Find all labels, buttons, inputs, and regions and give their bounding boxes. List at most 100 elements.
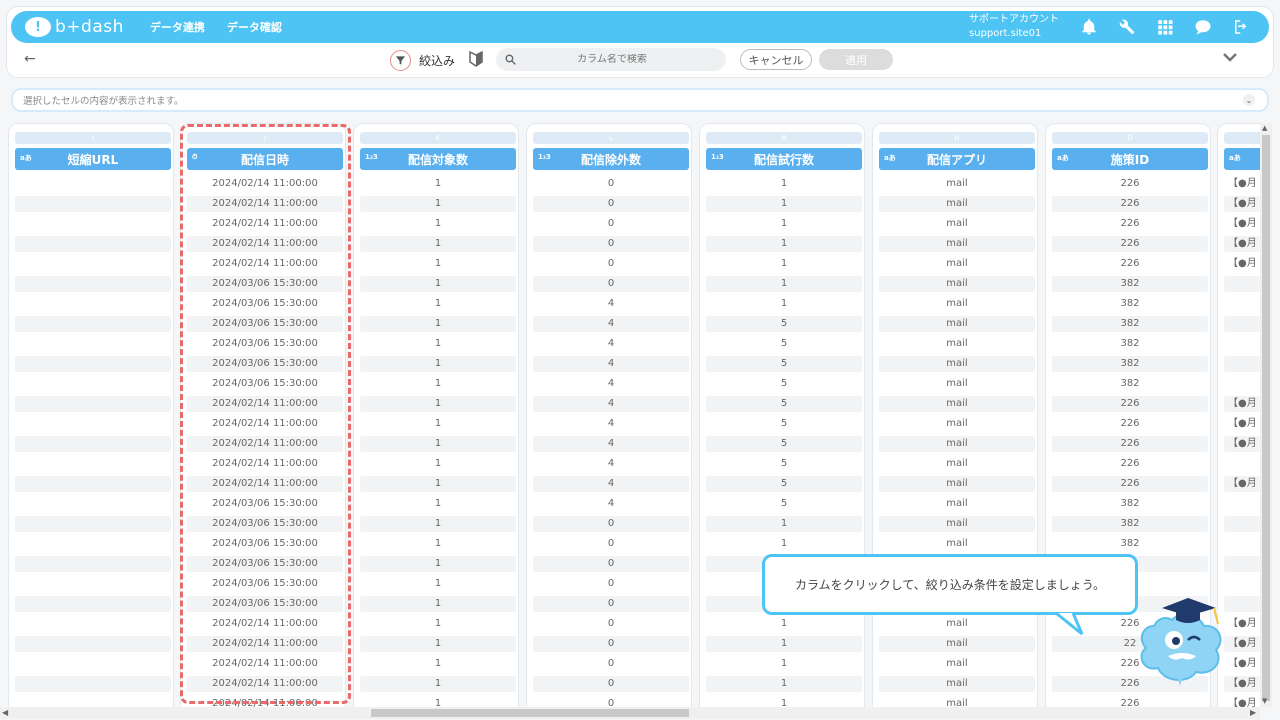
table-cell[interactable] xyxy=(1224,596,1260,612)
table-cell[interactable]: mail xyxy=(879,356,1035,372)
table-cell[interactable]: 0 xyxy=(533,636,689,652)
table-cell[interactable]: 1 xyxy=(706,656,862,672)
column-L[interactable]: L 1₂3 配信除外数 0 0 0 0 0 0 4 4 4 4 4 4 4 4 4 4 4 0 0 0 0 0 0 0 0 0 0 xyxy=(526,123,692,707)
column-M[interactable]: M 1₂3 配信試行数 1 1 1 1 1 1 1 5 5 5 5 5 5 5 5 5 5 1 1 1 1 1 1 1 xyxy=(699,123,865,707)
table-cell[interactable]: mail xyxy=(879,416,1035,432)
scroll-up-icon[interactable]: ▲ xyxy=(1262,124,1267,132)
column-J[interactable]: J ⏱ 配信日時 2024/02/14 11:00:00 2024/02/14 11:0… xyxy=(180,123,346,707)
table-cell[interactable]: 1 xyxy=(360,416,516,432)
table-cell[interactable]: 5 xyxy=(706,496,862,512)
column-header[interactable]: 1₂3 配信対象数 xyxy=(360,148,516,170)
table-cell[interactable]: 1 xyxy=(360,476,516,492)
table-cell[interactable]: 1 xyxy=(360,296,516,312)
table-cell[interactable]: 2024/02/14 11:00:00 xyxy=(187,676,343,692)
table-cell[interactable]: 1 xyxy=(706,536,862,552)
table-cell[interactable] xyxy=(15,216,171,232)
table-cell[interactable]: 2024/02/14 11:00:00 xyxy=(187,616,343,632)
table-cell[interactable]: 0 xyxy=(533,536,689,552)
table-cell[interactable]: 【●月 xyxy=(1224,676,1260,692)
column-header[interactable]: aあ xyxy=(1224,148,1260,170)
table-cell[interactable]: 0 xyxy=(533,656,689,672)
table-cell[interactable] xyxy=(15,256,171,272)
table-cell[interactable]: 4 xyxy=(533,296,689,312)
table-cell[interactable]: mail xyxy=(879,616,1035,632)
table-cell[interactable]: 5 xyxy=(706,336,862,352)
table-cell[interactable]: 【●月 xyxy=(1224,476,1260,492)
table-cell[interactable]: 0 xyxy=(533,236,689,252)
table-cell[interactable] xyxy=(1224,576,1260,592)
scroll-right-icon[interactable]: ▶ xyxy=(1250,708,1256,717)
table-cell[interactable]: 2024/02/14 11:00:00 xyxy=(187,216,343,232)
table-cell[interactable]: 5 xyxy=(706,416,862,432)
table-cell[interactable]: 382 xyxy=(1052,376,1208,392)
table-cell[interactable]: 【●月 xyxy=(1224,656,1260,672)
table-cell[interactable]: 4 xyxy=(533,316,689,332)
table-cell[interactable]: 【●月 xyxy=(1224,416,1260,432)
column-header[interactable]: aあ 配信アプリ xyxy=(879,148,1035,170)
table-cell[interactable]: 2024/02/14 11:00:00 xyxy=(187,696,343,707)
table-cell[interactable] xyxy=(1224,556,1260,572)
table-cell[interactable]: 【●月 xyxy=(1224,196,1260,212)
table-cell[interactable]: 226 xyxy=(1052,696,1208,707)
horizontal-scrollbar[interactable]: ◀ ▶ xyxy=(0,707,1260,719)
table-cell[interactable]: 226 xyxy=(1052,216,1208,232)
column-letter[interactable]: J xyxy=(187,132,343,144)
table-cell[interactable]: mail xyxy=(879,436,1035,452)
bell-icon[interactable] xyxy=(1079,17,1099,37)
table-cell[interactable] xyxy=(15,336,171,352)
table-cell[interactable]: 1 xyxy=(360,456,516,472)
column-header[interactable]: aあ 短縮URL xyxy=(15,148,171,170)
table-cell[interactable] xyxy=(15,476,171,492)
table-cell[interactable]: 2024/03/06 15:30:00 xyxy=(187,556,343,572)
table-cell[interactable]: mail xyxy=(879,216,1035,232)
table-cell[interactable]: 【●月 xyxy=(1224,636,1260,652)
column-header[interactable]: 1₂3 配信除外数 xyxy=(533,148,689,170)
table-cell[interactable]: mail xyxy=(879,236,1035,252)
table-cell[interactable]: mail xyxy=(879,496,1035,512)
table-cell[interactable]: 【●月 xyxy=(1224,616,1260,632)
table-cell[interactable] xyxy=(15,196,171,212)
horizontal-scroll-thumb[interactable] xyxy=(371,709,689,717)
table-cell[interactable] xyxy=(1224,536,1260,552)
table-cell[interactable]: 【●月 xyxy=(1224,256,1260,272)
table-cell[interactable]: 1 xyxy=(360,536,516,552)
table-cell[interactable]: 1 xyxy=(706,176,862,192)
table-cell[interactable]: 0 xyxy=(533,216,689,232)
column-header[interactable]: ⏱ 配信日時 xyxy=(187,148,343,170)
table-cell[interactable]: mail xyxy=(879,276,1035,292)
table-cell[interactable]: 2024/02/14 11:00:00 xyxy=(187,256,343,272)
table-cell[interactable]: 2024/03/06 15:30:00 xyxy=(187,376,343,392)
table-cell[interactable] xyxy=(15,516,171,532)
table-cell[interactable]: 1 xyxy=(360,316,516,332)
scroll-left-icon[interactable]: ◀ xyxy=(2,708,8,717)
table-cell[interactable]: 2024/02/14 11:00:00 xyxy=(187,436,343,452)
table-cell[interactable]: mail xyxy=(879,396,1035,412)
table-cell[interactable]: mail xyxy=(879,296,1035,312)
table-cell[interactable] xyxy=(15,636,171,652)
table-cell[interactable]: 0 xyxy=(533,196,689,212)
chevron-down-icon[interactable] xyxy=(1222,51,1238,63)
beginner-mark-icon[interactable] xyxy=(469,51,483,67)
table-cell[interactable]: 1 xyxy=(360,556,516,572)
table-cell[interactable]: 226 xyxy=(1052,476,1208,492)
table-cell[interactable]: 2024/02/14 11:00:00 xyxy=(187,476,343,492)
chevron-down-icon[interactable]: ⌄ xyxy=(1243,94,1255,106)
table-cell[interactable] xyxy=(15,616,171,632)
table-cell[interactable] xyxy=(1224,356,1260,372)
table-cell[interactable]: 382 xyxy=(1052,276,1208,292)
table-cell[interactable]: 1 xyxy=(360,176,516,192)
table-cell[interactable] xyxy=(1224,276,1260,292)
account-info[interactable]: サポートアカウント support.site01 xyxy=(969,13,1059,41)
table-cell[interactable]: mail xyxy=(879,256,1035,272)
table-cell[interactable] xyxy=(15,496,171,512)
cancel-button[interactable]: キャンセル xyxy=(740,49,812,70)
table-cell[interactable]: 【●月 xyxy=(1224,216,1260,232)
table-cell[interactable]: 1 xyxy=(706,516,862,532)
table-cell[interactable] xyxy=(15,656,171,672)
table-cell[interactable]: 4 xyxy=(533,476,689,492)
table-cell[interactable]: 2024/03/06 15:30:00 xyxy=(187,516,343,532)
table-cell[interactable]: 1 xyxy=(360,356,516,372)
table-cell[interactable]: mail xyxy=(879,176,1035,192)
back-button[interactable]: ← xyxy=(24,51,36,67)
table-cell[interactable]: 2024/03/06 15:30:00 xyxy=(187,316,343,332)
